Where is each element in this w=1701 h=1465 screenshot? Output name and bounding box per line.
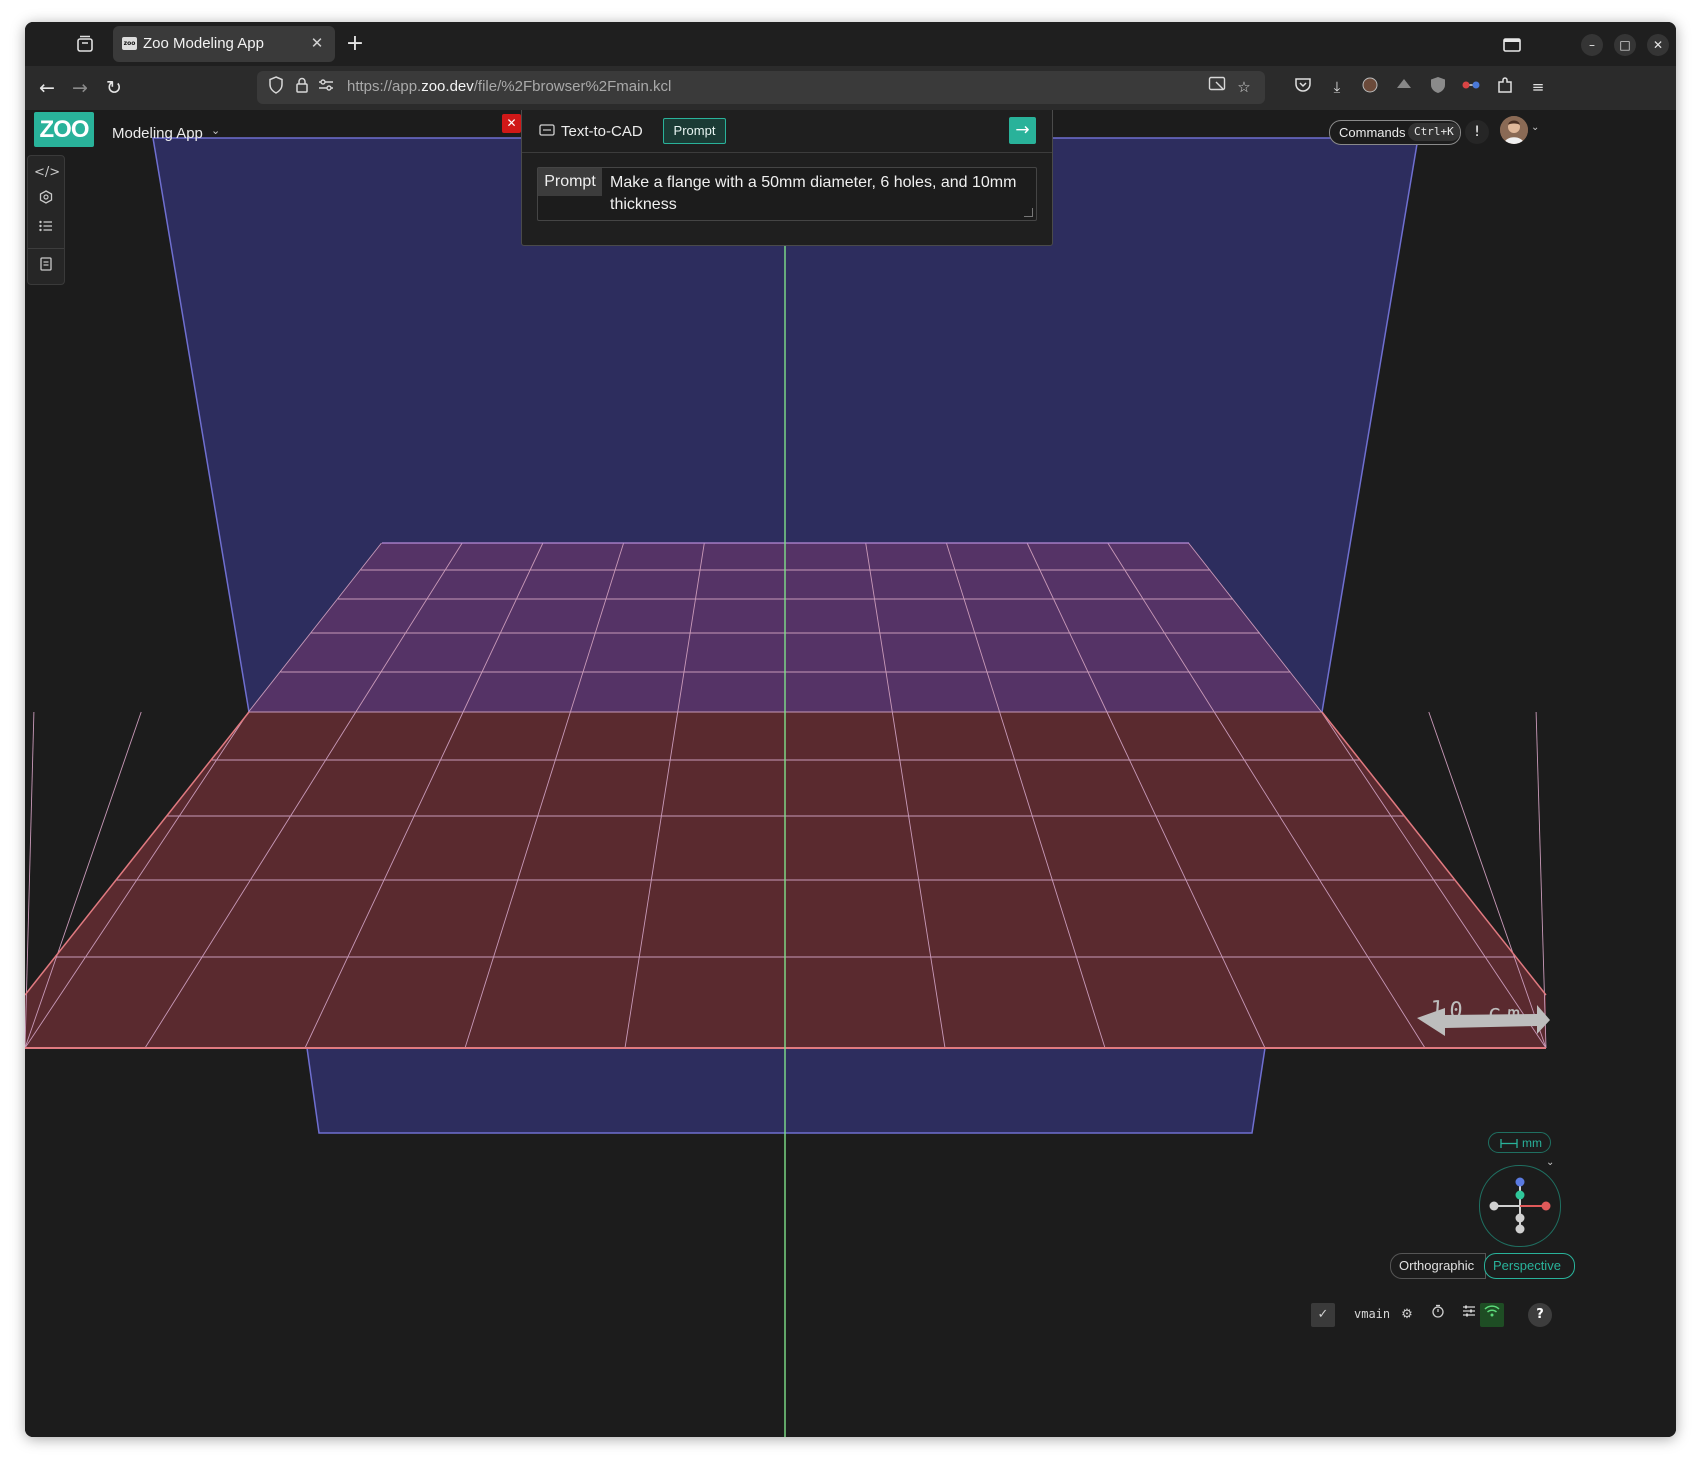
ublock-icon[interactable] xyxy=(1427,76,1449,98)
3d-viewport[interactable] xyxy=(25,110,1676,1437)
tab-close-icon[interactable]: ✕ xyxy=(307,32,327,52)
prompt-input-value[interactable]: Make a flange with a 50mm diameter, 6 ho… xyxy=(610,172,1020,216)
panel-divider xyxy=(522,152,1052,153)
gear-icon[interactable]: ⚙ xyxy=(1395,1303,1419,1327)
url-text[interactable]: https://app.zoo.dev/file/%2Fbrowser%2Fma… xyxy=(347,78,671,95)
settings-sliders-icon[interactable] xyxy=(1457,1303,1481,1327)
timer-icon[interactable] xyxy=(1426,1303,1450,1327)
tab-title: Zoo Modeling App xyxy=(143,35,264,52)
reload-icon[interactable]: ↻ xyxy=(102,76,126,100)
back-icon[interactable]: ← xyxy=(35,76,59,100)
tab-strip: zoo Zoo Modeling App ✕ + – □ ✕ xyxy=(25,22,1676,66)
left-sidebar: </> xyxy=(27,155,65,285)
submit-arrow-button[interactable]: → xyxy=(1009,117,1036,144)
units-label: mm xyxy=(1522,1136,1542,1150)
tab-list-icon[interactable] xyxy=(73,32,97,56)
version-branch[interactable]: vmain xyxy=(1354,1307,1390,1321)
minimize-icon[interactable]: – xyxy=(1581,34,1603,56)
commands-button[interactable]: Commands Ctrl+K xyxy=(1329,120,1461,145)
tab-zoo-modeling-app[interactable]: zoo Zoo Modeling App ✕ xyxy=(113,26,335,62)
url-bar[interactable]: https://app.zoo.dev/file/%2Fbrowser%2Fma… xyxy=(257,71,1265,104)
perspective-toggle[interactable]: Perspective xyxy=(1484,1253,1575,1279)
glasses-extension-icon[interactable] xyxy=(1460,76,1482,98)
feature-tree-icon[interactable] xyxy=(34,189,58,213)
commands-label: Commands xyxy=(1339,125,1406,140)
bookmark-star-icon[interactable]: ☆ xyxy=(1233,76,1255,98)
extension-icon[interactable] xyxy=(1393,76,1415,98)
menu-icon[interactable]: ≡ xyxy=(1527,76,1549,98)
chevron-down-icon[interactable]: ⌄ xyxy=(211,124,220,137)
notifications-icon[interactable]: ! xyxy=(1465,120,1489,144)
maximize-icon[interactable]: □ xyxy=(1614,34,1636,56)
pocket-icon[interactable] xyxy=(1292,76,1314,98)
close-icon[interactable]: ✕ xyxy=(502,114,521,133)
network-status-icon[interactable] xyxy=(1480,1303,1504,1327)
permissions-icon[interactable] xyxy=(315,76,337,98)
url-prefix: https://app. xyxy=(347,78,422,95)
extensions-puzzle-icon[interactable] xyxy=(1494,76,1516,98)
text-to-cad-panel: Text-to-CAD Prompt → Prompt Make a flang… xyxy=(521,110,1053,246)
zoo-favicon-icon: zoo xyxy=(122,37,137,50)
orthographic-toggle[interactable]: Orthographic xyxy=(1390,1253,1486,1279)
code-icon[interactable]: </> xyxy=(34,161,60,185)
prompt-field-label: Prompt xyxy=(538,168,602,196)
window-view-icon[interactable] xyxy=(1501,34,1523,56)
prompt-step-chip[interactable]: Prompt xyxy=(663,118,726,144)
navigation-bar: ← → ↻ https://app.zoo.dev/file/%2Fbrowse… xyxy=(25,66,1676,110)
units-selector[interactable]: mm xyxy=(1488,1132,1551,1153)
zoo-logo[interactable]: ZOO xyxy=(34,112,94,147)
url-path: /file/%2Fbrowser%2Fmain.kcl xyxy=(473,78,672,95)
ruler-icon xyxy=(1499,1133,1519,1154)
browser-window: zoo Zoo Modeling App ✕ + – □ ✕ ← → ↻ htt… xyxy=(25,22,1676,1437)
url-domain: zoo.dev xyxy=(421,78,474,95)
help-icon[interactable]: ? xyxy=(1528,1303,1552,1327)
profile-extension-icon[interactable] xyxy=(1359,76,1381,98)
downloads-icon[interactable]: ⤓ xyxy=(1326,76,1348,98)
prompt-textarea[interactable]: Prompt Make a flange with a 50mm diamete… xyxy=(537,167,1037,221)
resize-grip-icon[interactable] xyxy=(1024,208,1033,217)
orientation-gizmo[interactable] xyxy=(1479,1165,1561,1247)
sidebar-divider xyxy=(28,248,64,249)
check-icon[interactable]: ✓ xyxy=(1311,1303,1335,1327)
text-to-cad-icon xyxy=(539,122,555,136)
app-name-menu[interactable]: Modeling App xyxy=(112,125,203,142)
list-icon[interactable] xyxy=(34,217,58,241)
xz-plane-lower[interactable] xyxy=(306,1047,1266,1134)
commands-shortcut: Ctrl+K xyxy=(1408,123,1460,141)
translate-page-icon[interactable] xyxy=(1206,76,1228,98)
shield-icon[interactable] xyxy=(265,76,287,98)
chevron-down-icon[interactable]: ⌄ xyxy=(1531,122,1539,133)
panel-title: Text-to-CAD xyxy=(561,123,643,140)
avatar[interactable] xyxy=(1500,116,1528,144)
window-close-icon[interactable]: ✕ xyxy=(1647,34,1669,56)
file-icon[interactable] xyxy=(34,256,58,280)
forward-icon[interactable]: → xyxy=(68,76,92,100)
modeling-app: ZOO Modeling App ⌄ </> ✕ Text-to-CAD Pro… xyxy=(25,110,1676,1437)
new-tab-icon[interactable]: + xyxy=(343,32,367,56)
lock-icon[interactable] xyxy=(291,76,313,98)
